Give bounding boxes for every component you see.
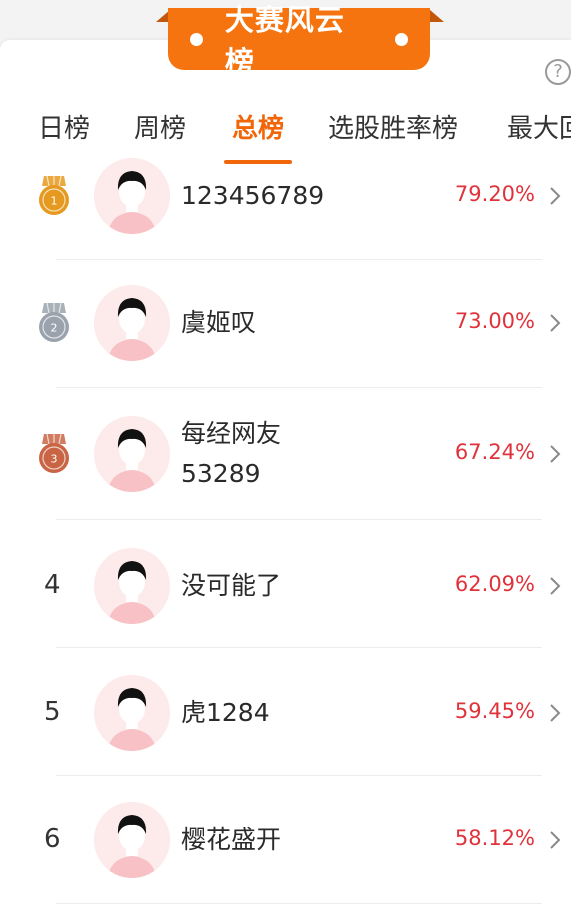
user-name-line: 虞姬叹 <box>181 308 257 337</box>
user-avatar[interactable] <box>94 285 170 361</box>
rank-number: 6 <box>44 824 61 854</box>
leaderboard-row[interactable]: 4 没可能了 62.09% <box>0 520 571 648</box>
leaderboard-row[interactable]: 5 虎1284 59.45% <box>0 648 571 776</box>
user-avatar[interactable] <box>94 158 170 234</box>
chevron-right-icon[interactable] <box>548 575 562 597</box>
banner-dot-left <box>190 32 203 46</box>
user-name-line: 没可能了 <box>181 571 282 600</box>
win-rate-percent: 67.24% <box>454 440 535 464</box>
question-mark-circle-icon[interactable]: ? <box>545 59 571 85</box>
leaderboard-row[interactable]: 3 每经网友 53289 67.24% <box>0 388 571 520</box>
user-name-line: 每经网友 <box>181 419 282 448</box>
user-name-line: 123456789 <box>181 181 325 210</box>
win-rate-percent: 79.20% <box>454 182 535 206</box>
rank-number: 5 <box>44 697 61 727</box>
user-name: 每经网友 53289 <box>181 414 281 494</box>
win-rate-percent: 73.00% <box>454 309 535 333</box>
gold-medal-icon: 1 <box>36 175 72 216</box>
win-rate-percent: 58.12% <box>454 826 535 850</box>
banner-dot-right <box>395 32 408 46</box>
user-name: 樱花盛开 <box>181 820 281 860</box>
user-name: 没可能了 <box>181 566 281 606</box>
svg-text:2: 2 <box>51 322 58 335</box>
banner-title: 大赛风云榜 <box>224 3 345 79</box>
user-avatar[interactable] <box>94 675 170 751</box>
svg-text:3: 3 <box>51 453 58 466</box>
svg-text:1: 1 <box>51 195 58 208</box>
silver-medal-icon: 2 <box>36 302 72 343</box>
user-name: 虎1284 <box>181 693 270 733</box>
banner-ribbon-right <box>430 10 444 22</box>
chevron-right-icon[interactable] <box>548 829 562 851</box>
user-avatar[interactable] <box>94 416 170 492</box>
user-name: 123456789 <box>181 176 324 216</box>
leaderboard-row[interactable]: 6 樱花盛开 58.12% <box>0 776 571 904</box>
win-rate-percent: 59.45% <box>454 699 535 723</box>
chevron-right-icon[interactable] <box>548 185 562 207</box>
user-name-line: 樱花盛开 <box>181 825 282 854</box>
user-name-line: 53289 <box>181 459 261 488</box>
leaderboard-row[interactable]: 2 虞姬叹 73.00% <box>0 260 571 388</box>
user-avatar[interactable] <box>94 802 170 878</box>
rank-number: 4 <box>44 570 61 600</box>
user-name-line: 虎1284 <box>181 698 270 727</box>
bronze-medal-icon: 3 <box>36 433 72 474</box>
chevron-right-icon[interactable] <box>548 702 562 724</box>
win-rate-percent: 62.09% <box>454 572 535 596</box>
chevron-right-icon[interactable] <box>548 312 562 334</box>
leaderboard-row[interactable]: 1 123456789 79.20% <box>0 126 571 260</box>
chevron-right-icon[interactable] <box>548 443 562 465</box>
user-name: 虞姬叹 <box>181 303 256 343</box>
row-divider <box>56 903 542 904</box>
leaderboard-banner: 大赛风云榜 <box>168 3 430 79</box>
user-avatar[interactable] <box>94 548 170 624</box>
